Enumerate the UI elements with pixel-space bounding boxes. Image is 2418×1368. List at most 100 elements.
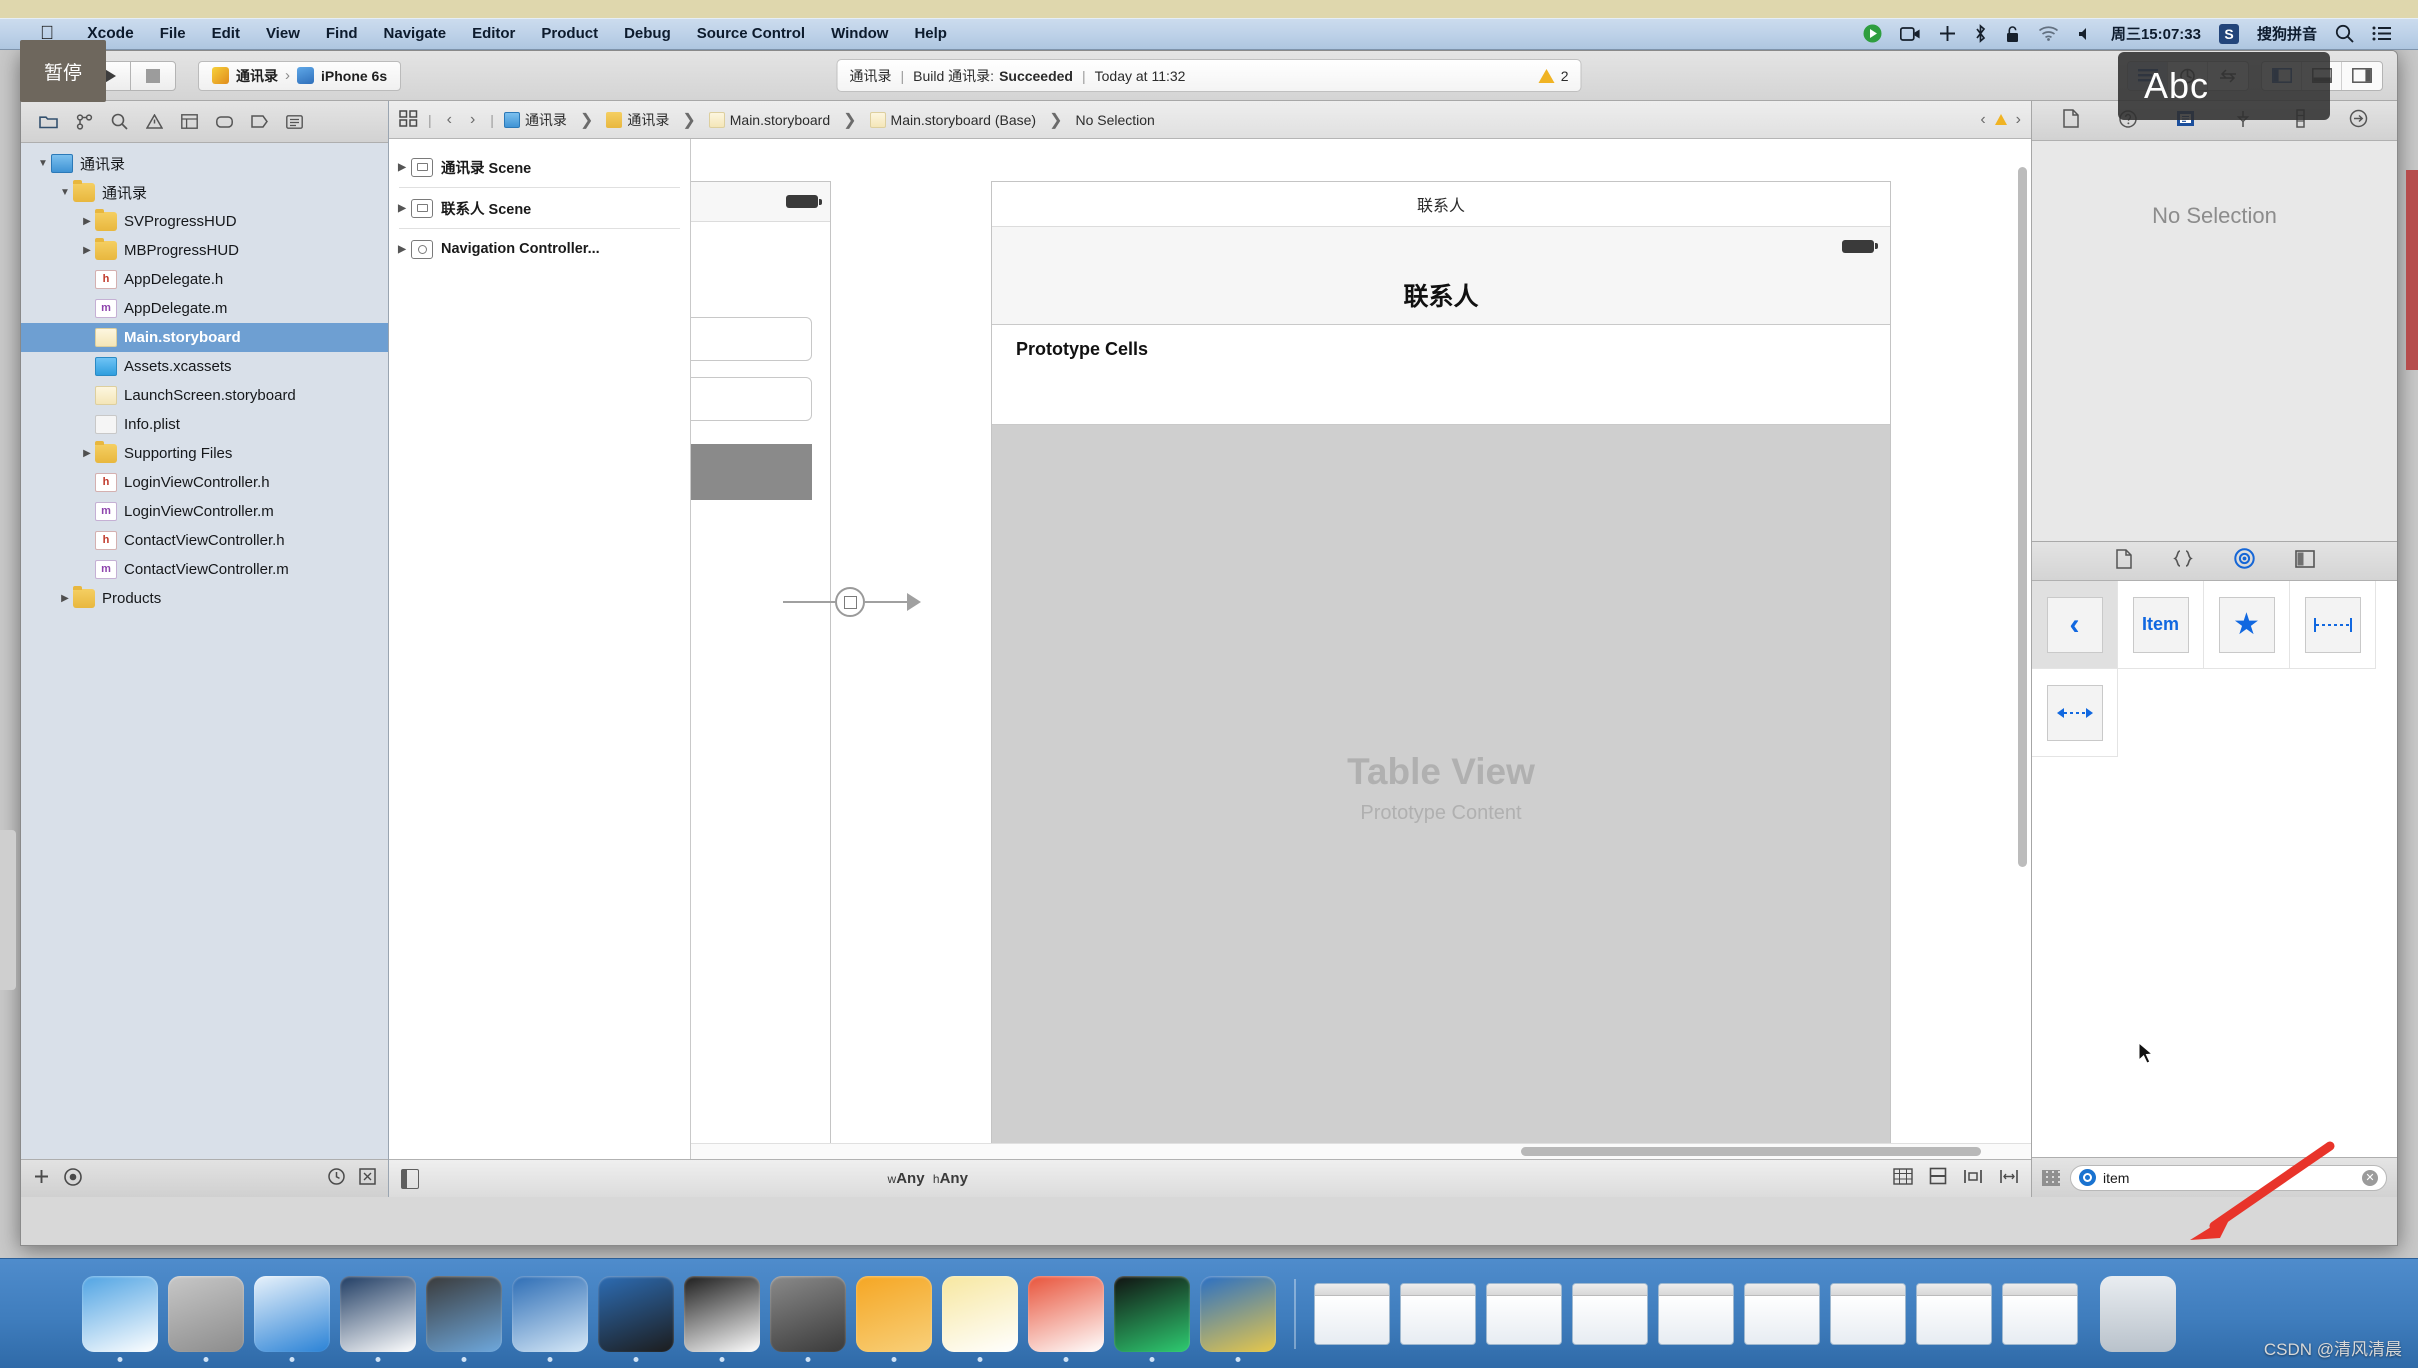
resolve-issues-icon[interactable] [1999,1168,2019,1190]
file-tree-row[interactable]: ▶ Products [21,584,388,613]
menu-item-debug[interactable]: Debug [611,25,684,42]
debug-navigator-icon[interactable] [216,115,233,129]
chevron-right-small-icon[interactable]: › [2016,111,2021,129]
file-tree-row[interactable]: h ContactViewController.h [21,526,388,555]
dock-window-thumbnail[interactable] [1572,1282,1648,1345]
outline-item-scene-1[interactable]: ▶ 通讯录 Scene [389,147,690,187]
camera-icon[interactable] [1899,26,1921,42]
jump-bar-right-controls[interactable]: ‹ › [1980,111,2021,129]
dock-window-thumbnail[interactable] [1314,1282,1390,1345]
media-library-icon[interactable] [2294,549,2315,573]
prototype-cells-section[interactable]: Prototype Cells [992,325,1890,425]
storyboard-canvas[interactable]: 联系人 联系人 Prototype Cells Table View Proto… [691,139,2031,1159]
wifi-icon[interactable] [2038,26,2059,41]
menu-item-view[interactable]: View [253,25,313,42]
report-navigator-icon[interactable] [286,114,303,129]
library-item-bar-button-item-star[interactable]: ★ [2204,581,2290,669]
menu-item-window[interactable]: Window [818,25,901,42]
file-template-library-icon[interactable] [2115,548,2132,574]
auto-layout-controls[interactable] [1893,1167,2019,1190]
breadcrumb-storyboard[interactable]: Main.storyboard [708,111,830,128]
menu-item-find[interactable]: Find [313,25,371,42]
file-tree-row[interactable]: m LoginViewController.m [21,497,388,526]
dock-window-thumbnail[interactable] [1744,1282,1820,1345]
related-items-icon[interactable] [399,109,418,130]
warning-indicator[interactable]: 2 [1538,68,1569,84]
mac-dock[interactable] [0,1258,2418,1368]
menu-item-product[interactable]: Product [528,25,611,42]
disclosure-triangle-icon[interactable]: ▶ [57,593,73,604]
test-navigator-icon[interactable] [181,114,198,129]
stop-button[interactable] [130,60,176,91]
library-item-bar-button-item-back[interactable]: ‹ [2032,581,2118,669]
dock-item-chrome-canary[interactable] [1200,1275,1276,1362]
login-password-field[interactable] [691,377,812,421]
breadcrumb-storyboard-base[interactable]: Main.storyboard (Base) [869,111,1036,128]
file-tree-row[interactable]: ▼ 通讯录 [21,178,388,207]
segue-connector[interactable] [783,587,991,617]
plus-icon[interactable] [33,1168,50,1189]
mac-menu-bar[interactable]:  Xcode File Edit View Find Navigate Edi… [0,18,2418,50]
dock-window-thumbnail[interactable] [1658,1282,1734,1345]
issue-navigator-icon[interactable] [146,114,163,129]
input-method-badge[interactable]: S [2218,23,2239,44]
jump-bar[interactable]: | ‹ › | 通讯录 ❯ 通讯录 ❯ Main.storyboard ❯ Ma… [389,101,2031,139]
scheme-selector[interactable]: 通讯录 › iPhone 6s [198,60,402,91]
file-tree-row[interactable]: h AppDelegate.h [21,265,388,294]
file-tree-row[interactable]: ▶ SVProgressHUD [21,207,388,236]
document-outline[interactable]: ▶ 通讯录 Scene ▶ 联系人 Scene ▶ Navigation Con… [389,139,691,1159]
dock-item-trash[interactable] [2100,1275,2176,1352]
file-inspector-icon[interactable] [2055,109,2087,132]
dock-item-hex-editor[interactable] [1114,1275,1190,1362]
dock-item-safari[interactable] [254,1275,330,1362]
document-outline-toggle-icon[interactable] [401,1168,419,1189]
disclosure-triangle-icon[interactable]: ▼ [57,187,73,198]
source-control-status-icon[interactable] [359,1168,376,1189]
dock-item-sketch[interactable] [856,1275,932,1362]
connections-inspector-icon[interactable] [2342,109,2374,132]
input-method-label[interactable]: 搜狗拼音 [2257,23,2317,44]
source-control-icon[interactable] [76,113,93,130]
object-library-icon[interactable] [2233,548,2255,574]
dock-item-terminal[interactable] [684,1275,760,1362]
pin-icon[interactable] [1963,1168,1983,1190]
volume-icon[interactable] [2077,26,2093,42]
code-snippet-library-icon[interactable] [2172,549,2194,573]
dock-item-xcode-beta[interactable] [598,1275,674,1362]
login-submit-button[interactable] [691,444,812,500]
disclosure-triangle-icon[interactable]: ▶ [79,448,95,459]
menu-item-navigate[interactable]: Navigate [371,25,460,42]
library-filter-bar[interactable]: item ✕ [2032,1157,2397,1197]
table-view[interactable]: Table View Prototype Content [992,425,1890,1150]
navigator-bottom-bar[interactable] [21,1159,388,1197]
file-tree-row[interactable]: m AppDelegate.m [21,294,388,323]
chevron-right-icon[interactable]: › [465,111,480,129]
menu-item-file[interactable]: File [147,25,199,42]
dock-window-thumbnail[interactable] [1916,1282,1992,1345]
file-tree-row[interactable]: ▶ MBProgressHUD [21,236,388,265]
library-item-bar-button-item[interactable]: Item [2118,581,2204,669]
size-class-indicator[interactable]: wAny hAny [888,1170,968,1187]
library-item-fixed-space[interactable] [2290,581,2376,669]
disclosure-triangle-icon[interactable]: ▶ [393,203,411,214]
editor-bottom-bar[interactable]: wAny hAny [389,1159,2031,1197]
screen-record-icon[interactable] [1863,24,1882,43]
dock-item-notes[interactable] [942,1275,1018,1362]
file-tree-row[interactable]: Info.plist [21,410,388,439]
recent-clock-icon[interactable] [328,1168,345,1189]
contact-scene[interactable]: 联系人 联系人 Prototype Cells Table View Proto… [991,181,1891,1151]
outline-item-navigation-controller[interactable]: ▶ Navigation Controller... [389,229,690,269]
menu-bar-clock[interactable]: 周三15:07:33 [2111,23,2201,44]
lock-icon[interactable] [2005,25,2020,43]
library-filter-field[interactable]: item ✕ [2070,1164,2387,1191]
menu-item-help[interactable]: Help [901,25,960,42]
outline-item-scene-2[interactable]: ▶ 联系人 Scene [389,188,690,228]
breadcrumb-folder[interactable]: 通讯录 [606,110,669,130]
bluetooth-icon[interactable] [1974,24,1987,43]
dock-window-thumbnail[interactable] [1830,1282,1906,1345]
object-library-grid[interactable]: ‹ Item ★ [2032,581,2397,757]
menu-item-source-control[interactable]: Source Control [684,25,818,42]
menu-bar-status-items[interactable]: 周三15:07:33 S 搜狗拼音 [1863,23,2402,44]
align-icon[interactable] [1929,1167,1947,1190]
file-tree-row[interactable]: Main.storyboard [21,323,388,352]
